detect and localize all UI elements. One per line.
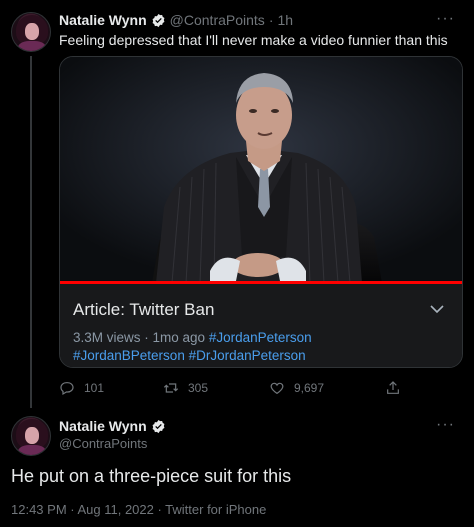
tweet-actions: 101 305 9,697 xyxy=(59,380,399,400)
like-button[interactable]: 9,697 xyxy=(269,380,324,396)
more-icon[interactable]: ··· xyxy=(436,10,460,27)
retweet-icon xyxy=(163,383,179,393)
hashtag-link[interactable]: #JordanBPeterson xyxy=(73,348,185,363)
author-name[interactable]: Natalie Wynn xyxy=(59,12,147,28)
avatar[interactable] xyxy=(11,416,51,456)
card-hashtags: #JordanBPeterson #DrJordanPeterson xyxy=(73,348,306,363)
video-thumbnail[interactable] xyxy=(60,57,462,283)
retweet-button[interactable]: 305 xyxy=(163,380,208,396)
more-icon[interactable]: ··· xyxy=(436,416,460,433)
tweet-text: He put on a three-piece suit for this xyxy=(11,466,292,486)
chevron-down-icon[interactable] xyxy=(430,304,444,314)
youtube-card[interactable]: Article: Twitter Ban 3.3M views · 1mo ag… xyxy=(59,56,463,368)
verified-badge-icon xyxy=(151,419,166,434)
share-button[interactable] xyxy=(385,380,401,396)
tweet-timestamp[interactable]: 12:43 PM · Aug 11, 2022 · Twitter for iP… xyxy=(11,502,266,517)
reply-button[interactable]: 101 xyxy=(59,380,104,396)
card-meta: 3.3M views · 1mo ago #JordanPeterson xyxy=(73,330,312,345)
tweet-header: Natalie Wynn @ContraPoints · 1h xyxy=(59,12,293,28)
avatar[interactable] xyxy=(11,12,51,52)
verified-badge-icon xyxy=(151,13,166,28)
author-handle[interactable]: @ContraPoints xyxy=(170,12,265,28)
reply-count: 101 xyxy=(84,381,105,395)
card-title[interactable]: Article: Twitter Ban xyxy=(73,300,214,320)
separator: · xyxy=(268,12,274,28)
hashtag-link[interactable]: #JordanPeterson xyxy=(209,330,312,345)
author-handle[interactable]: @ContraPoints xyxy=(59,436,147,451)
like-icon xyxy=(270,382,284,395)
thread-connector-line xyxy=(30,56,32,408)
tweet-time[interactable]: 1h xyxy=(277,12,293,28)
reply-icon xyxy=(60,382,74,396)
tweet-header: Natalie Wynn xyxy=(59,418,166,434)
tweet-text: Feeling depressed that I'll never make a… xyxy=(59,32,448,48)
share-icon xyxy=(387,381,399,394)
card-info: Article: Twitter Ban 3.3M views · 1mo ag… xyxy=(60,284,462,367)
author-name[interactable]: Natalie Wynn xyxy=(59,418,147,434)
like-count: 9,697 xyxy=(294,381,325,395)
view-count-and-age: 3.3M views · 1mo ago xyxy=(73,330,206,345)
retweet-count: 305 xyxy=(188,381,209,395)
hashtag-link[interactable]: #DrJordanPeterson xyxy=(189,348,306,363)
